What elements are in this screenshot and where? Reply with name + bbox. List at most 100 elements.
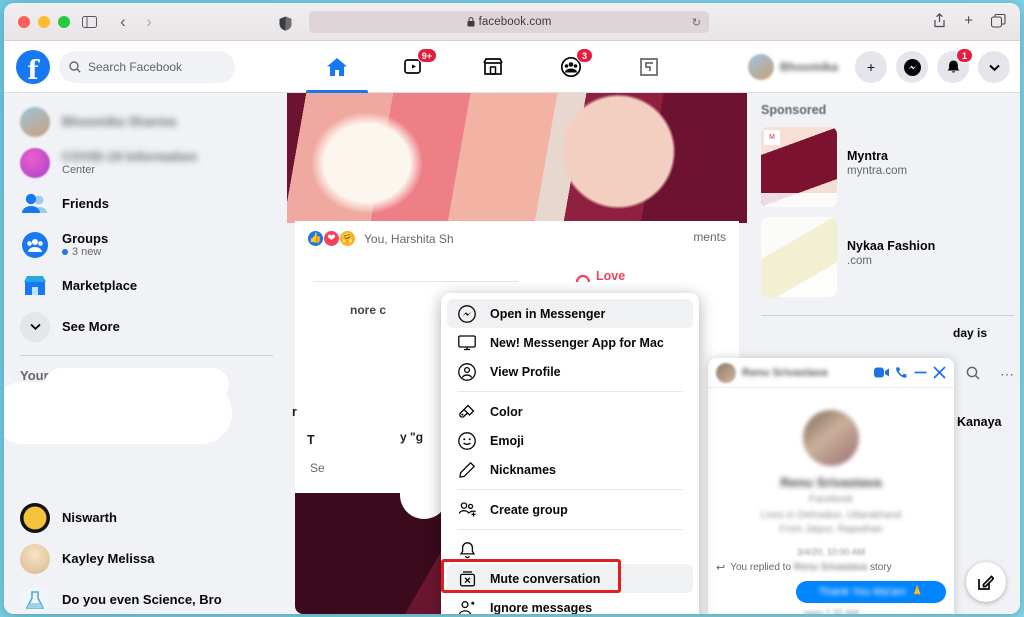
menu-item-messenger-app-mac[interactable]: New! Messenger App for Mac (447, 328, 693, 357)
ad-thumbnail: M (761, 127, 837, 207)
profile-chip[interactable]: Bhoomika (745, 51, 846, 83)
sidebar-item-sub: Center (62, 164, 197, 176)
shortcut-thumb (20, 544, 50, 574)
minimize-icon[interactable] (914, 371, 927, 374)
account-menu-button[interactable] (978, 51, 1010, 83)
create-button[interactable]: + (855, 51, 887, 83)
lock-icon (467, 17, 475, 27)
close-window-button[interactable] (18, 16, 30, 28)
shortcut-item-kayley[interactable]: Kayley Melissa (12, 538, 287, 579)
nav-gaming[interactable] (610, 41, 688, 93)
search-icon[interactable] (966, 366, 980, 383)
sidebar-item-covid[interactable]: COVID-19 Information Center (12, 142, 287, 183)
post-image (287, 93, 747, 223)
contact-name: Kanaya (957, 415, 1001, 429)
menu-item-label: Emoji (490, 434, 524, 448)
menu-item-label: Open in Messenger (490, 307, 605, 321)
archive-x-icon (457, 570, 477, 588)
feed-text-fragment: y "g (400, 430, 423, 444)
nav-groups[interactable]: 3 (532, 41, 610, 93)
menu-item-create-group[interactable]: Create group (447, 495, 693, 524)
address-bar[interactable]: facebook.com ↻ (309, 11, 709, 33)
sidebar-item-label: Bhoomika Sharma (62, 114, 176, 129)
menu-item-label: Create group (490, 503, 568, 517)
pencil-icon (457, 461, 477, 479)
nav-home[interactable] (298, 41, 376, 93)
new-message-button[interactable] (966, 562, 1006, 602)
contact-item[interactable]: Kanaya (957, 415, 1020, 429)
menu-item-open-in-messenger[interactable]: Open in Messenger (447, 299, 693, 328)
ad-url: .com (847, 255, 935, 267)
profile-name: Bhoomika (780, 60, 838, 74)
sidebar-toggle-icon[interactable] (78, 12, 100, 32)
sponsored-ad[interactable]: M Myntra myntra.com (761, 127, 1020, 207)
chevron-down-icon (20, 312, 50, 342)
nav-video[interactable]: 9+ (376, 41, 454, 93)
reply-arrow-icon: ↩ (716, 561, 725, 574)
tab-overview-icon[interactable] (991, 14, 1006, 28)
nav-marketplace[interactable] (454, 41, 532, 93)
video-call-icon[interactable] (874, 367, 889, 378)
maximize-window-button[interactable] (58, 16, 70, 28)
share-icon[interactable] (933, 13, 946, 28)
sidebar-divider (20, 355, 273, 356)
sidebar-item-sub: 3 new (62, 246, 108, 258)
menu-item-block[interactable]: Ignore messages (447, 593, 693, 614)
menu-item-color[interactable]: Color (447, 397, 693, 426)
shield-icon[interactable] (274, 13, 296, 33)
phone-icon[interactable] (895, 366, 908, 379)
create-group-icon (457, 501, 477, 518)
url-text: facebook.com (479, 16, 552, 28)
message-status: seen 1:32 AM (708, 608, 954, 615)
feed-text-fragment: Se (310, 461, 325, 475)
video-badge: 9+ (417, 48, 437, 63)
new-tab-icon[interactable]: + (964, 12, 973, 29)
notifications-badge: 1 (956, 48, 973, 63)
love-arc-icon (575, 270, 591, 283)
sidebar-item-groups[interactable]: Groups 3 new (12, 224, 287, 265)
notifications-button[interactable]: 1 (937, 51, 969, 83)
shortcut-item-science[interactable]: Do you even Science, Bro (12, 579, 287, 614)
chat-profile-meta: Lives in Dehradun, Uttarakhand (708, 510, 954, 521)
shortcut-item-niswarth[interactable]: Niswarth (12, 497, 287, 538)
birthday-text: day is (953, 326, 1020, 340)
bell-icon (457, 541, 477, 559)
chat-header: Renu Srivastava (708, 358, 954, 388)
menu-item-mute-conversation[interactable] (447, 535, 693, 564)
ellipsis-icon[interactable]: ⋯ (1000, 366, 1014, 383)
back-icon[interactable]: ‹ (112, 12, 134, 32)
chat-title: Renu Srivastava (742, 367, 868, 379)
love-reaction-label[interactable]: Love (575, 269, 625, 283)
search-input[interactable]: Search Facebook (59, 51, 235, 83)
forward-icon[interactable]: › (138, 12, 160, 32)
chat-messages[interactable]: Renu Srivastava Facebook Lives in Dehrad… (708, 410, 954, 614)
sidebar-item-marketplace[interactable]: Marketplace (12, 265, 287, 306)
menu-separator (457, 489, 683, 490)
message-bubble-outgoing: Thank You Ma'am 🙏 (796, 581, 946, 603)
sponsored-ad[interactable]: Nykaa Fashion .com (761, 217, 1020, 297)
sidebar-item-friends[interactable]: Friends (12, 183, 287, 224)
menu-item-emoji[interactable]: Emoji (447, 426, 693, 455)
messenger-chat-window: Renu Srivastava Renu Srivastava Facebook (708, 358, 954, 614)
messenger-button[interactable] (896, 51, 928, 83)
minimize-window-button[interactable] (38, 16, 50, 28)
browser-toolbar: ‹ › facebook.com ↻ + (4, 3, 1020, 41)
sidebar-item-label: Groups (62, 231, 108, 246)
menu-item-nicknames[interactable]: Nicknames (447, 455, 693, 484)
ad-title: Myntra (847, 149, 907, 163)
feed-divider (313, 281, 518, 282)
close-icon[interactable] (933, 366, 946, 379)
rail-divider (761, 315, 1014, 316)
reload-icon[interactable]: ↻ (692, 16, 701, 29)
sidebar-item-see-more[interactable]: See More (12, 306, 287, 347)
facebook-logo-icon[interactable]: f (16, 50, 50, 84)
menu-item-view-profile[interactable]: View Profile (447, 357, 693, 386)
menu-item-label: Mute conversation (490, 572, 600, 586)
message-timestamp: 3/4/20, 10:00 AM (708, 547, 954, 557)
feed-text-fragment: nore c (350, 303, 386, 317)
chat-profile-name: Renu Srivastava (708, 475, 954, 490)
sidebar-item-profile[interactable]: Bhoomika Sharma (12, 101, 287, 142)
post-reactions[interactable]: 👍 ❤ 🤗 You, Harshita Sh (295, 221, 739, 247)
messenger-icon (457, 305, 477, 323)
menu-item-ignore-messages[interactable]: Mute conversation (447, 564, 693, 593)
